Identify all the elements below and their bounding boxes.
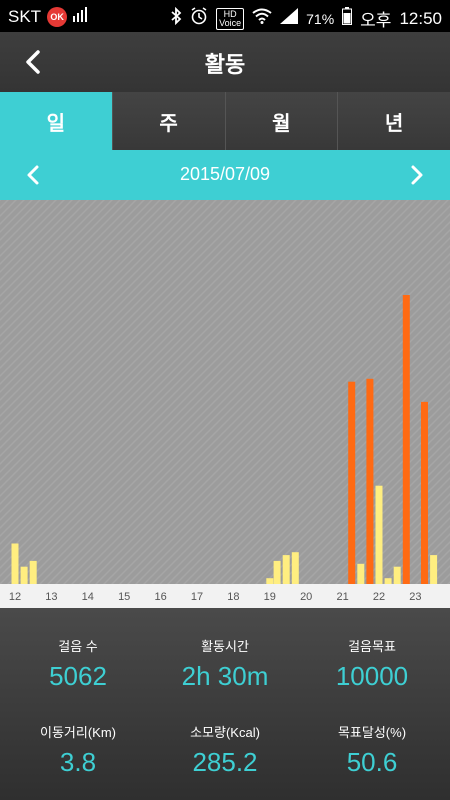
tab-label: 월: [272, 110, 291, 135]
x-tick-label: 18: [227, 591, 239, 603]
chart-bar: [11, 543, 19, 584]
tab-label: 일: [46, 110, 66, 135]
stat-active-time: 활동시간 2h 30m: [150, 636, 300, 692]
chart-bar: [266, 578, 274, 584]
chart-bar: [20, 566, 28, 584]
chart-bar: [430, 555, 438, 584]
x-tick-label: 14: [82, 591, 94, 603]
chevron-right-icon: [411, 165, 423, 185]
stat-calories: 소모량(Kcal) 285.2: [150, 722, 300, 778]
chart-bar: [402, 295, 410, 584]
chart-bar: [282, 555, 290, 584]
status-bar: SKT OK HD Voice 71% 오후 12:50: [0, 0, 450, 32]
battery-percent: 71%: [306, 10, 335, 27]
stat-value: 5062: [49, 661, 107, 691]
x-tick-label: 12: [9, 591, 21, 603]
stat-steps: 걸음 수 5062: [3, 636, 153, 692]
title-bar: 활동: [0, 32, 450, 92]
x-tick-label: 16: [154, 591, 166, 603]
battery-icon: [342, 7, 353, 30]
page-title: 활동: [204, 53, 246, 78]
clock-time: 12:50: [399, 8, 442, 28]
hourly-activity-chart: 12 13 14 15 16 17 18 19 20 21 22 23: [0, 200, 450, 608]
x-tick-label: 22: [373, 591, 385, 603]
activity-stats-panel: 걸음 수 5062 활동시간 2h 30m 걸음목표 10000 이동거리(Km…: [0, 608, 450, 800]
x-tick-label: 13: [45, 591, 57, 603]
stat-value: 2h 30m: [181, 661, 269, 691]
chart-bar: [348, 381, 356, 584]
chart-bar: [421, 401, 428, 584]
wifi-icon: [252, 8, 272, 29]
stat-goal-achievement: 목표달성(%) 50.6: [297, 722, 447, 778]
stat-label: 걸음 수: [58, 639, 98, 654]
tab-month[interactable]: 월: [224, 92, 338, 150]
current-date: 2015/07/09: [179, 164, 271, 184]
x-tick-label: 17: [191, 591, 203, 603]
hd-voice-icon: HD Voice: [216, 7, 245, 30]
x-tick-label: 21: [336, 591, 348, 603]
tab-label: 주: [159, 110, 178, 135]
date-navigation: 2015/07/09: [0, 150, 450, 200]
x-tick-label: 15: [118, 591, 130, 603]
stat-label: 목표달성(%): [337, 725, 407, 740]
stat-distance: 이동거리(Km) 3.8: [3, 722, 153, 778]
tab-week[interactable]: 주: [111, 92, 225, 150]
x-tick-label: 23: [409, 591, 421, 603]
stat-label: 걸음목표: [348, 639, 396, 654]
stat-value: 10000: [335, 661, 409, 691]
carrier-label: SKT: [8, 6, 42, 26]
stat-step-goal: 걸음목표 10000: [297, 636, 447, 692]
stat-label: 소모량(Kcal): [190, 725, 260, 740]
chart-bar: [29, 560, 37, 584]
ok-cashbag-icon: OK: [47, 6, 68, 27]
chart-bar: [384, 578, 392, 584]
activity-bar-chart: 12 13 14 15 16 17 18 19 20 21 22 23: [0, 200, 450, 608]
period-tabs: 일 주 월 년: [0, 92, 450, 150]
chart-bar: [273, 560, 281, 584]
cell-signal-icon: [280, 8, 299, 29]
alarm-icon: [190, 7, 208, 30]
chart-bar: [393, 566, 401, 584]
stat-label: 활동시간: [201, 639, 249, 654]
bluetooth-icon: [170, 6, 182, 30]
stat-label: 이동거리(Km): [40, 725, 116, 740]
next-date-button[interactable]: [402, 160, 432, 190]
x-tick-label: 19: [264, 591, 276, 603]
x-tick-label: 20: [300, 591, 312, 603]
tab-year[interactable]: 년: [337, 92, 450, 150]
chart-bar: [375, 485, 383, 584]
tab-label: 년: [384, 110, 404, 135]
signal-bars-icon: [73, 6, 88, 27]
ampm-label: 오후: [360, 11, 392, 30]
stat-value: 50.6: [346, 747, 398, 777]
stat-value: 3.8: [59, 747, 97, 777]
stat-value: 285.2: [192, 747, 258, 777]
chart-bar: [357, 563, 365, 584]
tab-day[interactable]: 일: [0, 92, 112, 150]
chart-bar: [366, 378, 374, 584]
chart-bar: [291, 552, 299, 584]
